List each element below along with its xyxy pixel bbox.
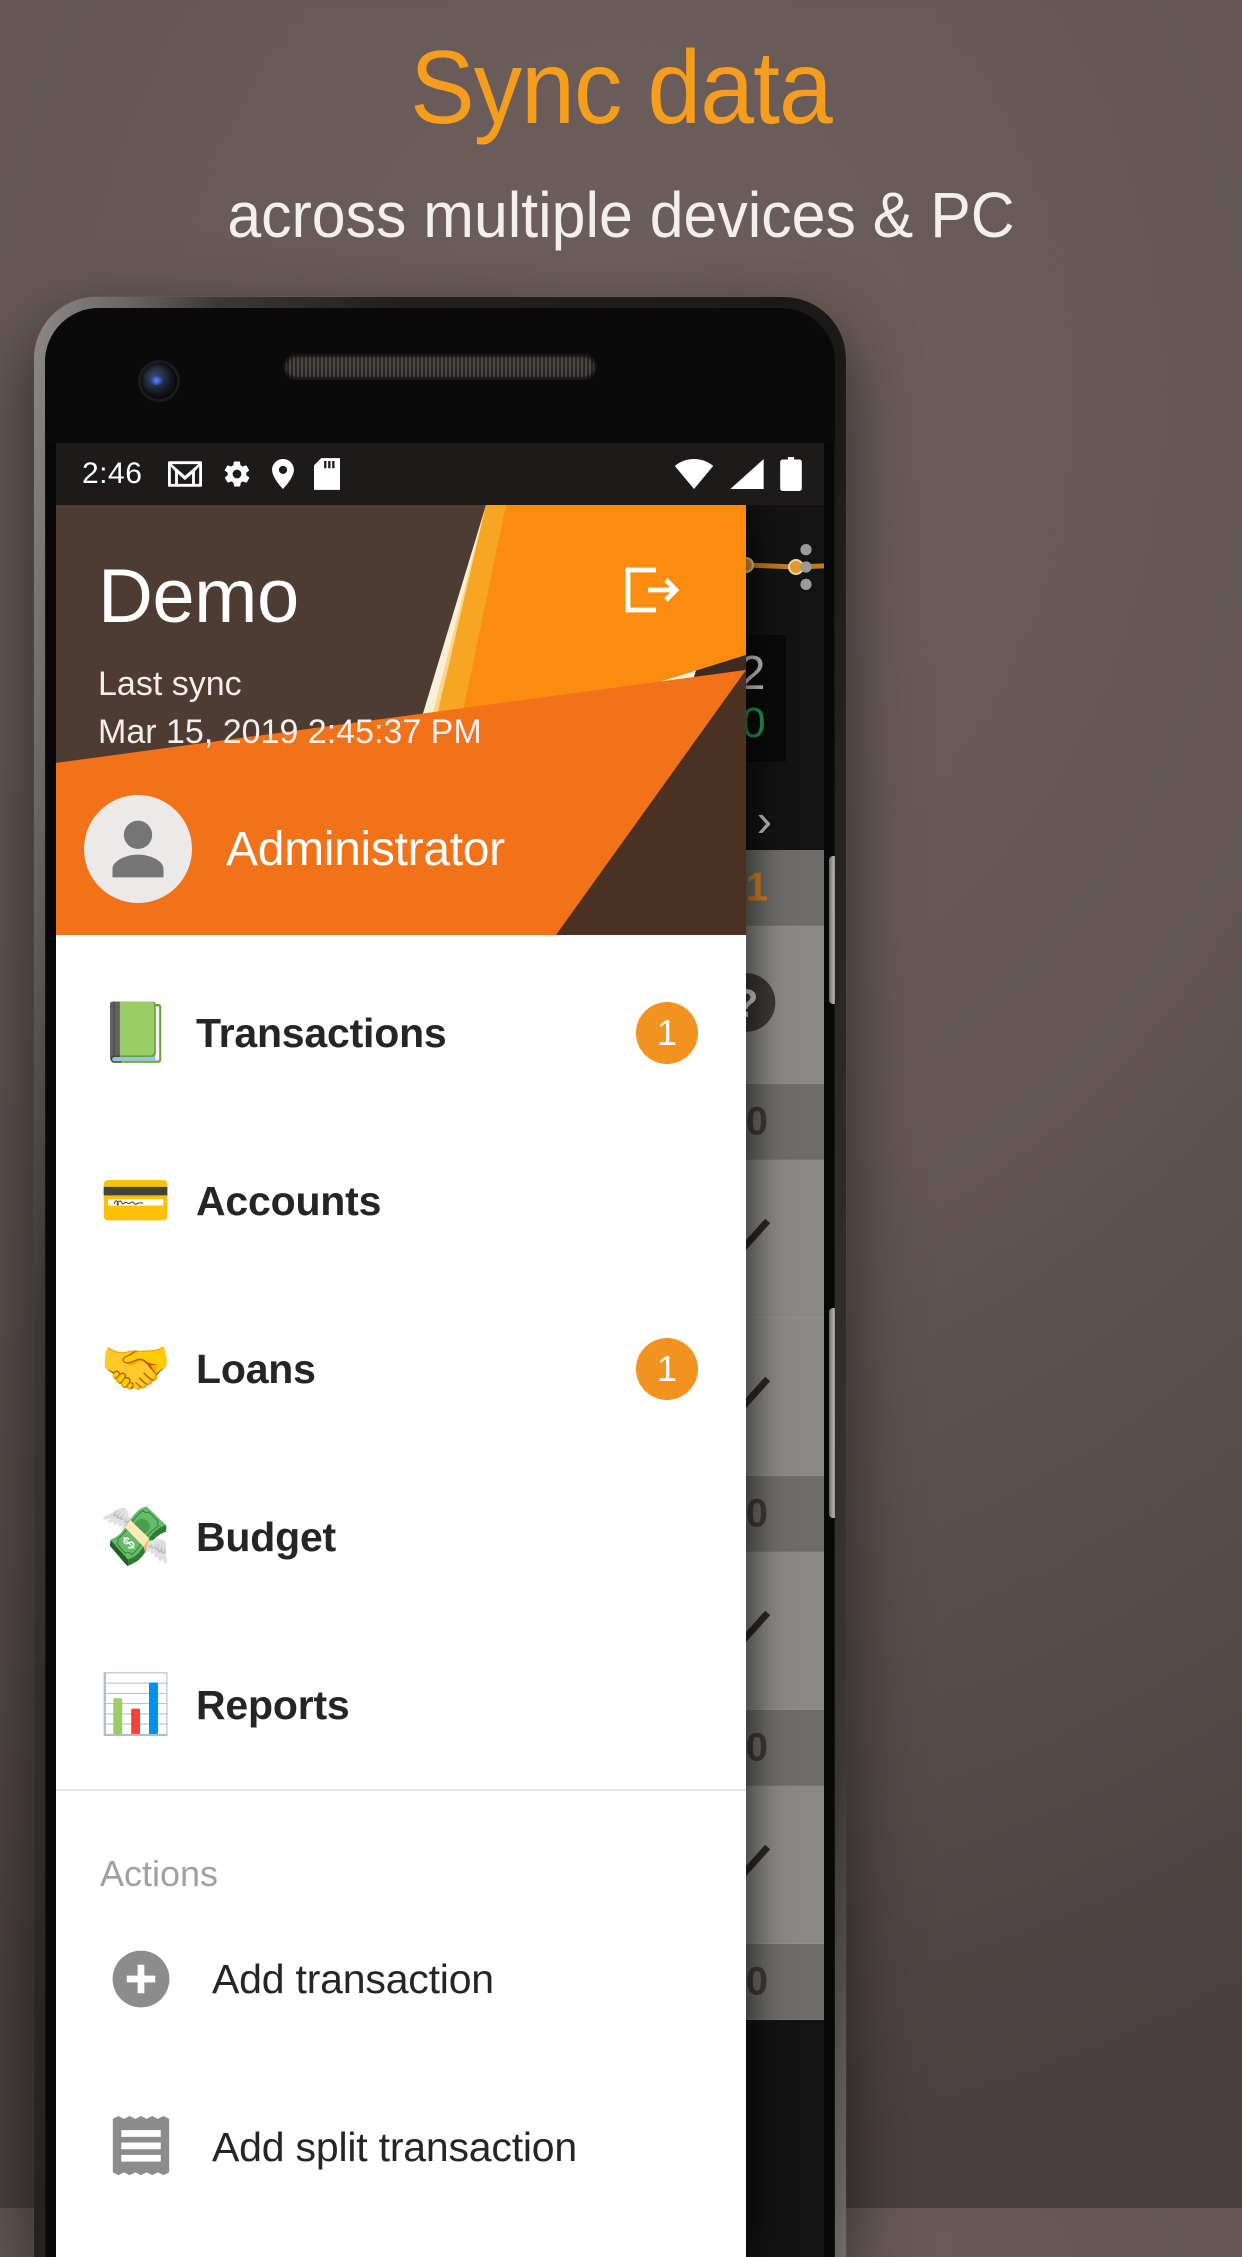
- location-pin-icon: [272, 459, 295, 489]
- bar-chart-icon: 📊: [99, 1672, 173, 1737]
- menu-item-badge: 1: [636, 1002, 698, 1064]
- status-bar-notification-icons: [168, 458, 341, 490]
- phone-device-frame: 2:46 › 1 ? Demo Last sync Mar 15, 2019 2…: [34, 297, 846, 2257]
- menu-item-label: Loans: [196, 1345, 316, 1392]
- volume-button[interactable]: [829, 1308, 835, 1518]
- menu-item-label: Accounts: [196, 1177, 382, 1224]
- sd-card-icon: [314, 458, 341, 490]
- menu-item-accounts[interactable]: 💳 Accounts: [56, 1117, 746, 1285]
- action-add-split-transaction[interactable]: Add split transaction: [56, 2063, 746, 2231]
- phone-top-bezel: [45, 308, 835, 443]
- more-vertical-icon[interactable]: [796, 541, 816, 598]
- last-sync-timestamp: Mar 15, 2019 2:45:37 PM: [98, 713, 482, 751]
- money-in-hand-icon: 🤝: [99, 1336, 173, 1401]
- wifi-icon: [674, 459, 714, 489]
- promo-title: Sync data: [410, 30, 833, 146]
- promo-banner: Sync data across multiple devices & PC: [0, 0, 1242, 249]
- menu-item-badge: 1: [636, 1338, 698, 1400]
- phone-inner-bezel: 2:46 › 1 ? Demo Last sync Mar 15, 2019 2…: [45, 308, 835, 2257]
- status-bar-system-icons: [674, 457, 802, 491]
- status-bar: 2:46: [56, 443, 824, 505]
- phone-screen: 2:46 › 1 ? Demo Last sync Mar 15, 2019 2…: [56, 443, 824, 2257]
- drawer-menu-list: 📗 Transactions 1 💳 Accounts 🤝 Loans 1 💸 …: [56, 935, 746, 2257]
- action-sync-now[interactable]: Sync now: [56, 2231, 746, 2257]
- status-bar-clock: 2:46: [82, 457, 143, 490]
- drawer-account-row[interactable]: Administrator: [56, 763, 746, 935]
- menu-item-transactions[interactable]: 📗 Transactions 1: [56, 949, 746, 1117]
- money-and-card-icon: 💳: [99, 1168, 173, 1233]
- earpiece-speaker: [285, 356, 595, 378]
- receipt-icon: [100, 2116, 182, 2178]
- action-add-transaction[interactable]: Add transaction: [56, 1895, 746, 2063]
- battery-charging-icon: [780, 457, 802, 491]
- settings-gear-icon: [222, 459, 252, 489]
- menu-item-budget[interactable]: 💸 Budget: [56, 1453, 746, 1621]
- power-button[interactable]: [829, 856, 835, 1004]
- front-camera-icon: [141, 363, 177, 399]
- menu-item-label: Reports: [196, 1681, 350, 1728]
- group-total: 1: [745, 865, 768, 909]
- menu-item-label: Transactions: [196, 1009, 447, 1056]
- chevron-right-icon[interactable]: ›: [757, 793, 772, 847]
- money-envelope-icon: 💸: [99, 1504, 173, 1569]
- drawer-header: Demo Last sync Mar 15, 2019 2:45:37 PM A…: [56, 505, 746, 935]
- cellular-signal-icon: [730, 459, 764, 489]
- promo-subtitle: across multiple devices & PC: [227, 179, 1015, 251]
- action-label: Add split transaction: [212, 2123, 578, 2170]
- logout-icon[interactable]: [624, 565, 680, 620]
- action-label: Add transaction: [212, 1955, 494, 2002]
- gmail-icon: [168, 461, 203, 487]
- navigation-drawer: Demo Last sync Mar 15, 2019 2:45:37 PM A…: [56, 505, 746, 2257]
- drawer-file-title: Demo: [98, 554, 299, 639]
- menu-item-reports[interactable]: 📊 Reports: [56, 1621, 746, 1789]
- menu-item-loans[interactable]: 🤝 Loans 1: [56, 1285, 746, 1453]
- actions-section-label: Actions: [100, 1853, 219, 1894]
- green-ledger-book-icon: 📗: [99, 1000, 173, 1065]
- plus-circle-icon: [100, 1948, 182, 2010]
- account-name: Administrator: [226, 822, 505, 876]
- person-avatar-icon: [84, 795, 192, 903]
- last-sync-label: Last sync: [98, 665, 242, 703]
- menu-item-label: Budget: [196, 1513, 336, 1560]
